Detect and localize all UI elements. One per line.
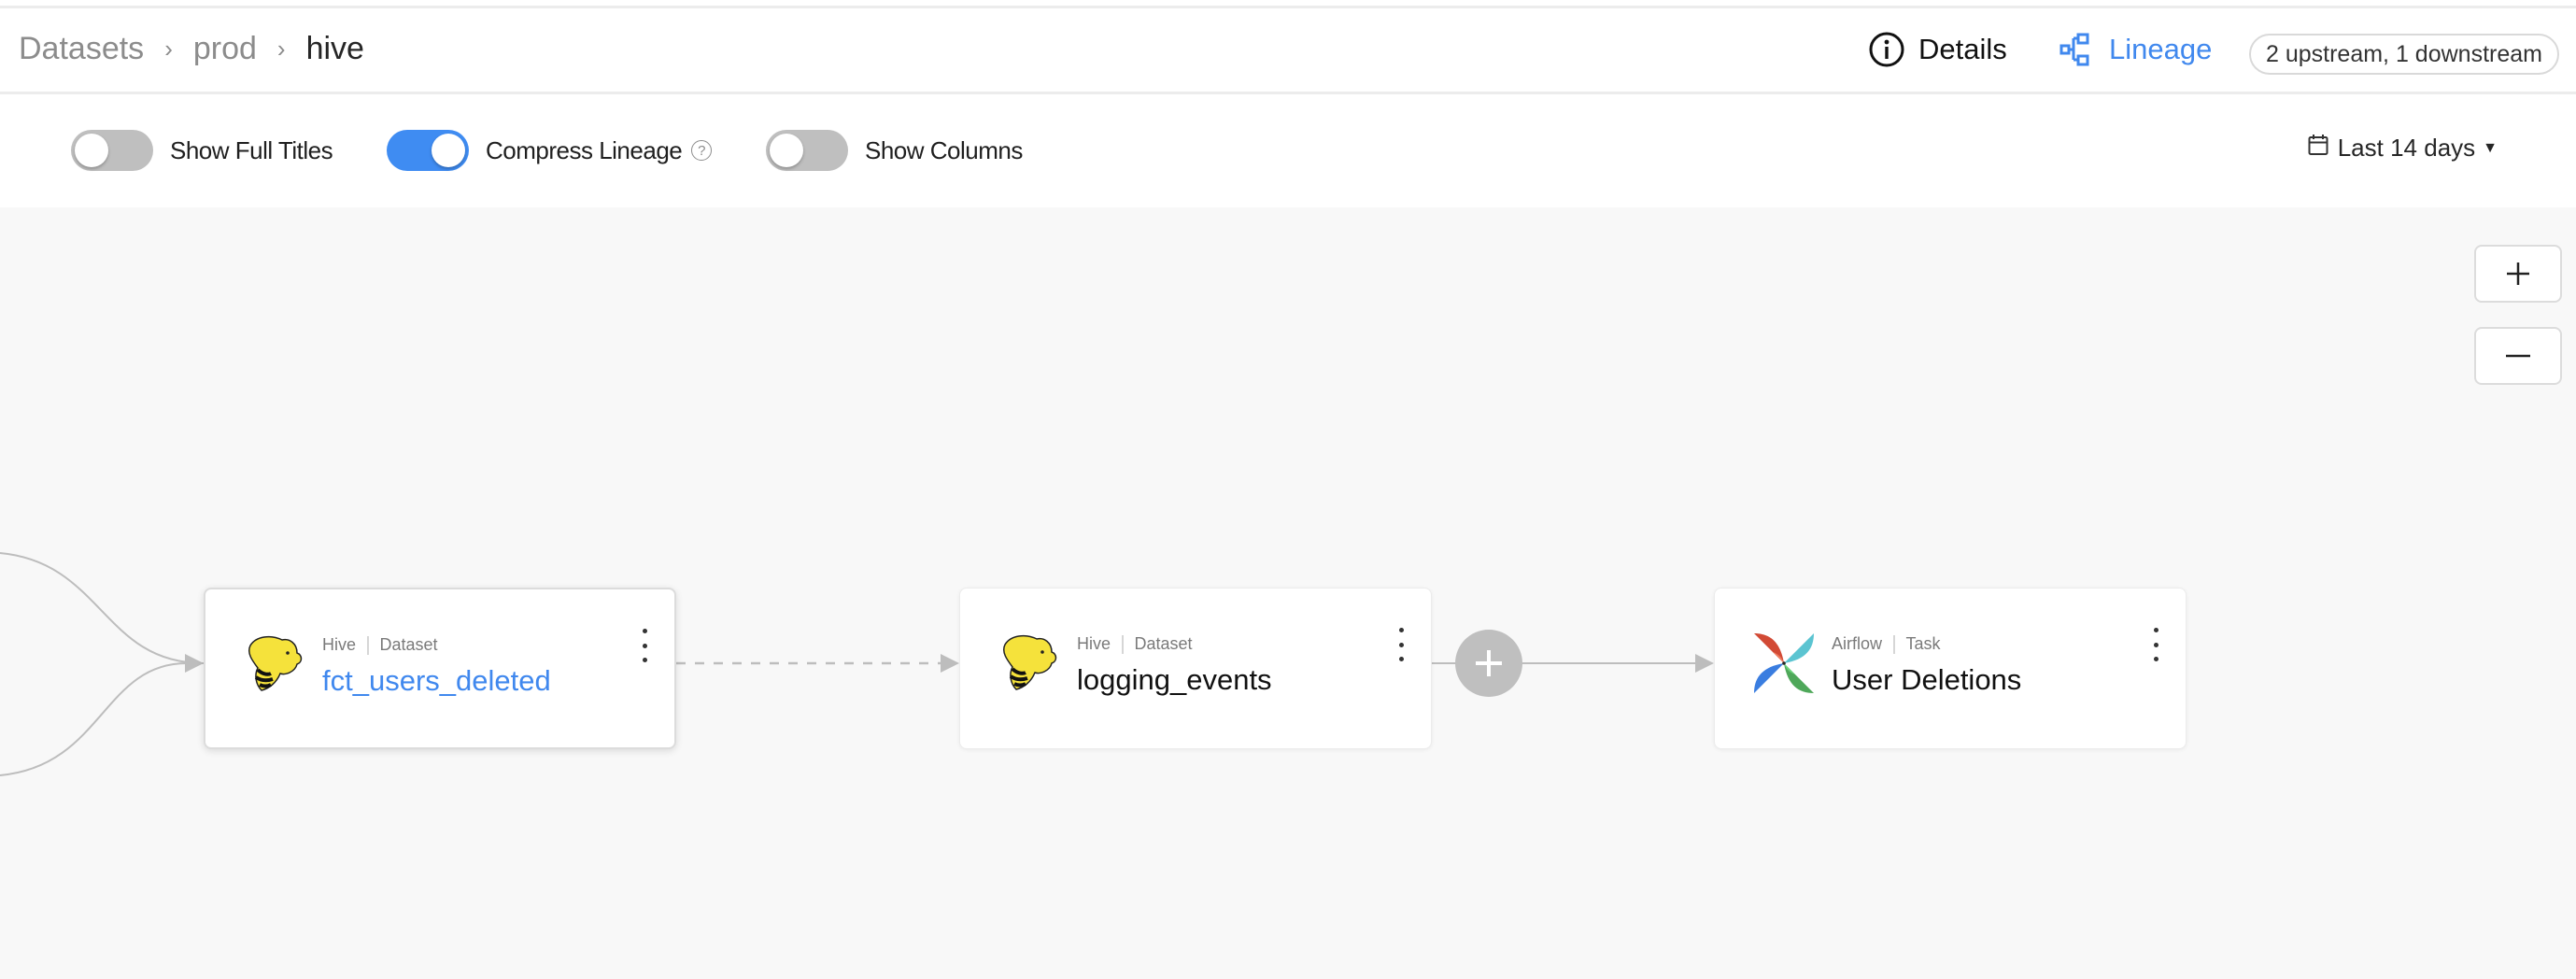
node-meta: Airflow Task xyxy=(1832,634,1941,654)
tab-details-label: Details xyxy=(1918,33,2007,65)
edge-upstream-1 xyxy=(0,552,205,664)
help-icon[interactable]: ? xyxy=(691,140,713,161)
lineage-controls: Show Full Titles Compress Lineage ? Show… xyxy=(0,94,2576,207)
node-meta: Hive Dataset xyxy=(322,635,438,655)
toggle-label: Compress Lineage xyxy=(486,135,683,164)
tab-lineage[interactable]: Lineage xyxy=(2059,31,2212,68)
node-platform: Airflow xyxy=(1832,634,1883,653)
zoom-out-button[interactable] xyxy=(2474,327,2562,385)
node-title-link[interactable]: fct_users_deleted xyxy=(322,664,551,698)
node-meta: Hive Dataset xyxy=(1077,634,1193,654)
toggle-knob xyxy=(75,134,108,167)
info-icon xyxy=(1868,31,1905,68)
calendar-icon xyxy=(2308,134,2328,163)
node-type: Dataset xyxy=(1134,634,1193,653)
tab-details[interactable]: Details xyxy=(1868,31,2007,68)
toggle-label: Show Columns xyxy=(865,135,1023,164)
lineage-icon xyxy=(2059,31,2096,68)
hive-logo-icon xyxy=(998,631,1061,695)
zoom-in-button[interactable] xyxy=(2474,245,2562,303)
more-options-icon[interactable] xyxy=(2146,628,2165,661)
toggle-knob xyxy=(770,134,803,167)
lineage-node-user-deletions[interactable]: Airflow Task User Deletions xyxy=(1714,588,2187,749)
lineage-summary-badge: 2 upstream, 1 downstream xyxy=(2249,34,2559,75)
expand-lineage-button[interactable] xyxy=(1455,630,1522,697)
node-type: Task xyxy=(1905,634,1941,653)
lineage-canvas[interactable]: Hive Dataset fct_users_deleted Hive Data… xyxy=(0,207,2576,979)
breadcrumb-prod[interactable]: prod xyxy=(193,31,257,67)
node-title[interactable]: logging_events xyxy=(1077,663,1272,697)
node-title[interactable]: User Deletions xyxy=(1832,663,2021,697)
meta-divider xyxy=(1122,634,1124,654)
compress-lineage-toggle[interactable]: Compress Lineage ? xyxy=(387,130,713,171)
node-platform: Hive xyxy=(1077,634,1111,653)
tab-lineage-label: Lineage xyxy=(2109,33,2213,65)
toggle-knob xyxy=(432,134,465,167)
minus-icon xyxy=(2506,354,2530,358)
breadcrumb-datasets[interactable]: Datasets xyxy=(19,31,144,67)
arrowhead xyxy=(1695,654,1714,673)
more-options-icon[interactable] xyxy=(1392,628,1410,661)
edge-upstream-2 xyxy=(0,662,188,776)
date-range-value: Last 14 days xyxy=(2337,134,2476,162)
meta-divider xyxy=(367,635,369,655)
toggle-switch[interactable] xyxy=(387,130,469,171)
top-divider xyxy=(0,0,2576,8)
breadcrumb-separator: › xyxy=(164,35,173,63)
airflow-logo-icon xyxy=(1752,631,1816,695)
page-header: Datasets › prod › hive Details Lineage 2… xyxy=(0,8,2576,94)
caret-down-icon: ▼ xyxy=(2483,139,2498,156)
toggle-switch[interactable] xyxy=(766,130,848,171)
node-platform: Hive xyxy=(322,635,357,654)
show-columns-toggle[interactable]: Show Columns xyxy=(766,130,1023,171)
lineage-node-fct-users-deleted[interactable]: Hive Dataset fct_users_deleted xyxy=(204,588,676,749)
arrowhead xyxy=(185,654,204,673)
more-options-icon[interactable] xyxy=(635,629,654,662)
lineage-node-logging-events[interactable]: Hive Dataset logging_events xyxy=(959,588,1432,749)
arrowhead xyxy=(941,654,959,673)
breadcrumb-separator: › xyxy=(276,35,286,63)
breadcrumb: Datasets › prod › hive xyxy=(19,31,364,67)
show-full-titles-toggle[interactable]: Show Full Titles xyxy=(71,130,333,171)
plus-icon xyxy=(1476,650,1502,676)
breadcrumb-hive: hive xyxy=(305,31,364,66)
toggle-switch[interactable] xyxy=(71,130,153,171)
node-type: Dataset xyxy=(379,635,438,654)
toggle-label: Show Full Titles xyxy=(170,135,333,164)
plus-icon xyxy=(2507,262,2529,285)
meta-divider xyxy=(1893,634,1895,654)
hive-logo-icon xyxy=(243,632,306,696)
date-range-dropdown[interactable]: Last 14 days ▼ xyxy=(2308,134,2498,163)
